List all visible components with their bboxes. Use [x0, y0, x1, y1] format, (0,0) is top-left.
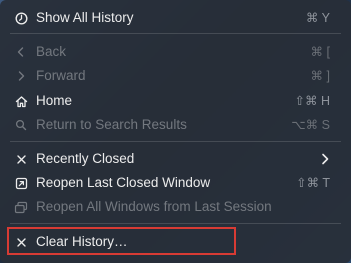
- windows-stack-icon: [13, 199, 29, 215]
- chevron-right-icon: [13, 68, 29, 84]
- keyboard-shortcut: ⌘ [: [310, 45, 330, 59]
- menu-separator: [10, 141, 341, 142]
- keyboard-shortcut: ⇧⌘ H: [294, 94, 330, 108]
- menu-item-label: Return to Search Results: [36, 117, 187, 132]
- menu-item-reopen-last-closed-window[interactable]: Reopen Last Closed Window ⇧⌘ T: [0, 171, 351, 195]
- close-icon: [13, 234, 29, 250]
- clock-icon: [13, 10, 29, 26]
- menu-item-return-to-search-results[interactable]: Return to Search Results ⌥⌘ S: [0, 113, 351, 137]
- history-menu: Show All History ⌘ Y Back ⌘ [ Forward ⌘ …: [0, 0, 351, 263]
- menu-item-clear-history[interactable]: Clear History…: [0, 230, 351, 254]
- menu-item-label: Reopen Last Closed Window: [36, 175, 211, 190]
- menu-separator: [10, 33, 341, 34]
- menu-item-label: Clear History…: [36, 234, 128, 249]
- keyboard-shortcut: ⌘ ]: [310, 69, 330, 83]
- keyboard-shortcut: ⌥⌘ S: [291, 118, 330, 132]
- menu-item-label: Back: [36, 44, 67, 59]
- menu-item-home[interactable]: Home ⇧⌘ H: [0, 89, 351, 113]
- menu-item-forward[interactable]: Forward ⌘ ]: [0, 64, 351, 88]
- menu-item-label: Reopen All Windows from Last Session: [36, 199, 272, 214]
- menu-item-label: Recently Closed: [36, 151, 135, 166]
- close-icon: [13, 151, 29, 167]
- home-icon: [13, 93, 29, 109]
- submenu-chevron-icon: [318, 152, 332, 166]
- reopen-window-icon: [13, 175, 29, 191]
- menu-item-reopen-all-windows[interactable]: Reopen All Windows from Last Session: [0, 195, 351, 219]
- keyboard-shortcut: ⇧⌘ T: [296, 176, 330, 190]
- menu-separator: [10, 223, 341, 224]
- menu-item-label: Forward: [36, 68, 86, 83]
- menu-item-label: Home: [36, 93, 73, 108]
- keyboard-shortcut: ⌘ Y: [305, 11, 330, 25]
- menu-item-back[interactable]: Back ⌘ [: [0, 40, 351, 64]
- chevron-left-icon: [13, 44, 29, 60]
- search-icon: [13, 117, 29, 133]
- menu-item-recently-closed[interactable]: Recently Closed: [0, 147, 351, 171]
- menu-item-show-all-history[interactable]: Show All History ⌘ Y: [0, 6, 351, 30]
- menu-item-label: Show All History: [36, 10, 134, 25]
